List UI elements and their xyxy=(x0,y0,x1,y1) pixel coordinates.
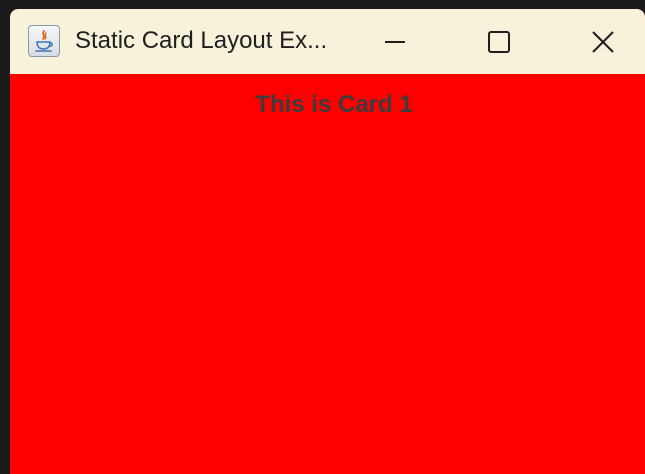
close-button[interactable] xyxy=(551,9,645,74)
java-coffee-icon xyxy=(28,25,60,57)
minimize-icon xyxy=(385,40,405,43)
maximize-button[interactable] xyxy=(447,9,551,74)
title-bar[interactable]: Static Card Layout Ex... xyxy=(10,9,645,74)
card-label: This is Card 1 xyxy=(255,91,413,118)
close-icon xyxy=(592,30,614,53)
maximize-icon xyxy=(488,30,510,53)
card-panel: This is Card 1 xyxy=(10,74,645,474)
app-window: Static Card Layout Ex... This is Card 1 xyxy=(10,9,645,474)
window-title: Static Card Layout Ex... xyxy=(75,27,328,54)
minimize-button[interactable] xyxy=(343,9,447,74)
